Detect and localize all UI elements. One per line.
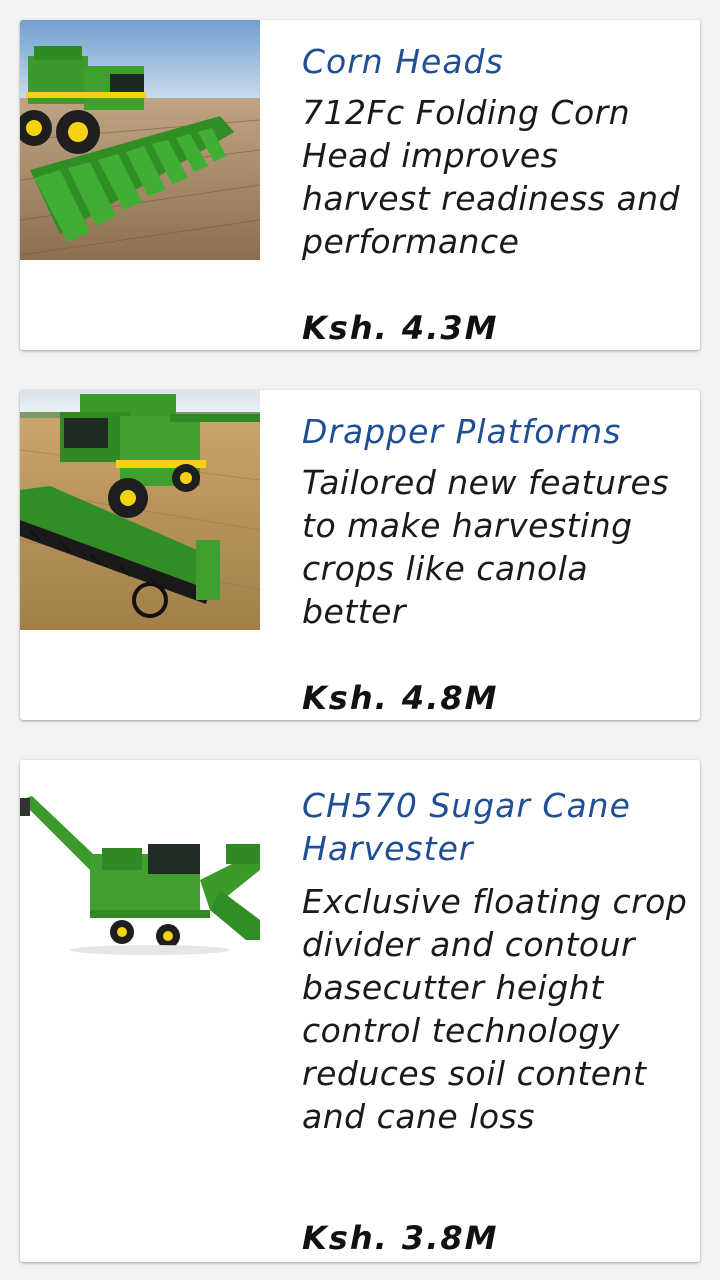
product-price: Ksh. 3.8M: [302, 1219, 499, 1257]
product-price: Ksh. 4.8M: [302, 679, 499, 717]
product-description: 712Fc Folding Corn Head improves harvest…: [302, 93, 681, 261]
product-price: Ksh. 4.3M: [302, 309, 499, 347]
product-card-sugar-cane-harvester[interactable]: CH570 Sugar Cane Harvester Exclusive flo…: [20, 760, 700, 1262]
combine-draper-platform-photo-icon: [20, 390, 260, 630]
product-title: CH570 Sugar Cane Harvester: [302, 786, 631, 868]
product-card-drapper-platforms[interactable]: Drapper Platforms Tailored new features …: [20, 390, 700, 720]
product-title: Drapper Platforms: [302, 412, 622, 451]
product-description: Tailored new features to make harvesting…: [302, 463, 670, 631]
product-title: Corn Heads: [302, 42, 504, 81]
sugar-cane-harvester-photo-icon: [20, 760, 260, 1000]
product-image-sugar-cane-harvester[interactable]: [20, 760, 260, 1000]
product-description: Exclusive floating crop divider and cont…: [302, 882, 688, 1136]
product-image-corn-head[interactable]: [20, 20, 260, 260]
combine-corn-head-photo-icon: [20, 20, 260, 260]
product-image-draper-platform[interactable]: [20, 390, 260, 630]
product-card-corn-heads[interactable]: Corn Heads 712Fc Folding Corn Head impro…: [20, 20, 700, 350]
